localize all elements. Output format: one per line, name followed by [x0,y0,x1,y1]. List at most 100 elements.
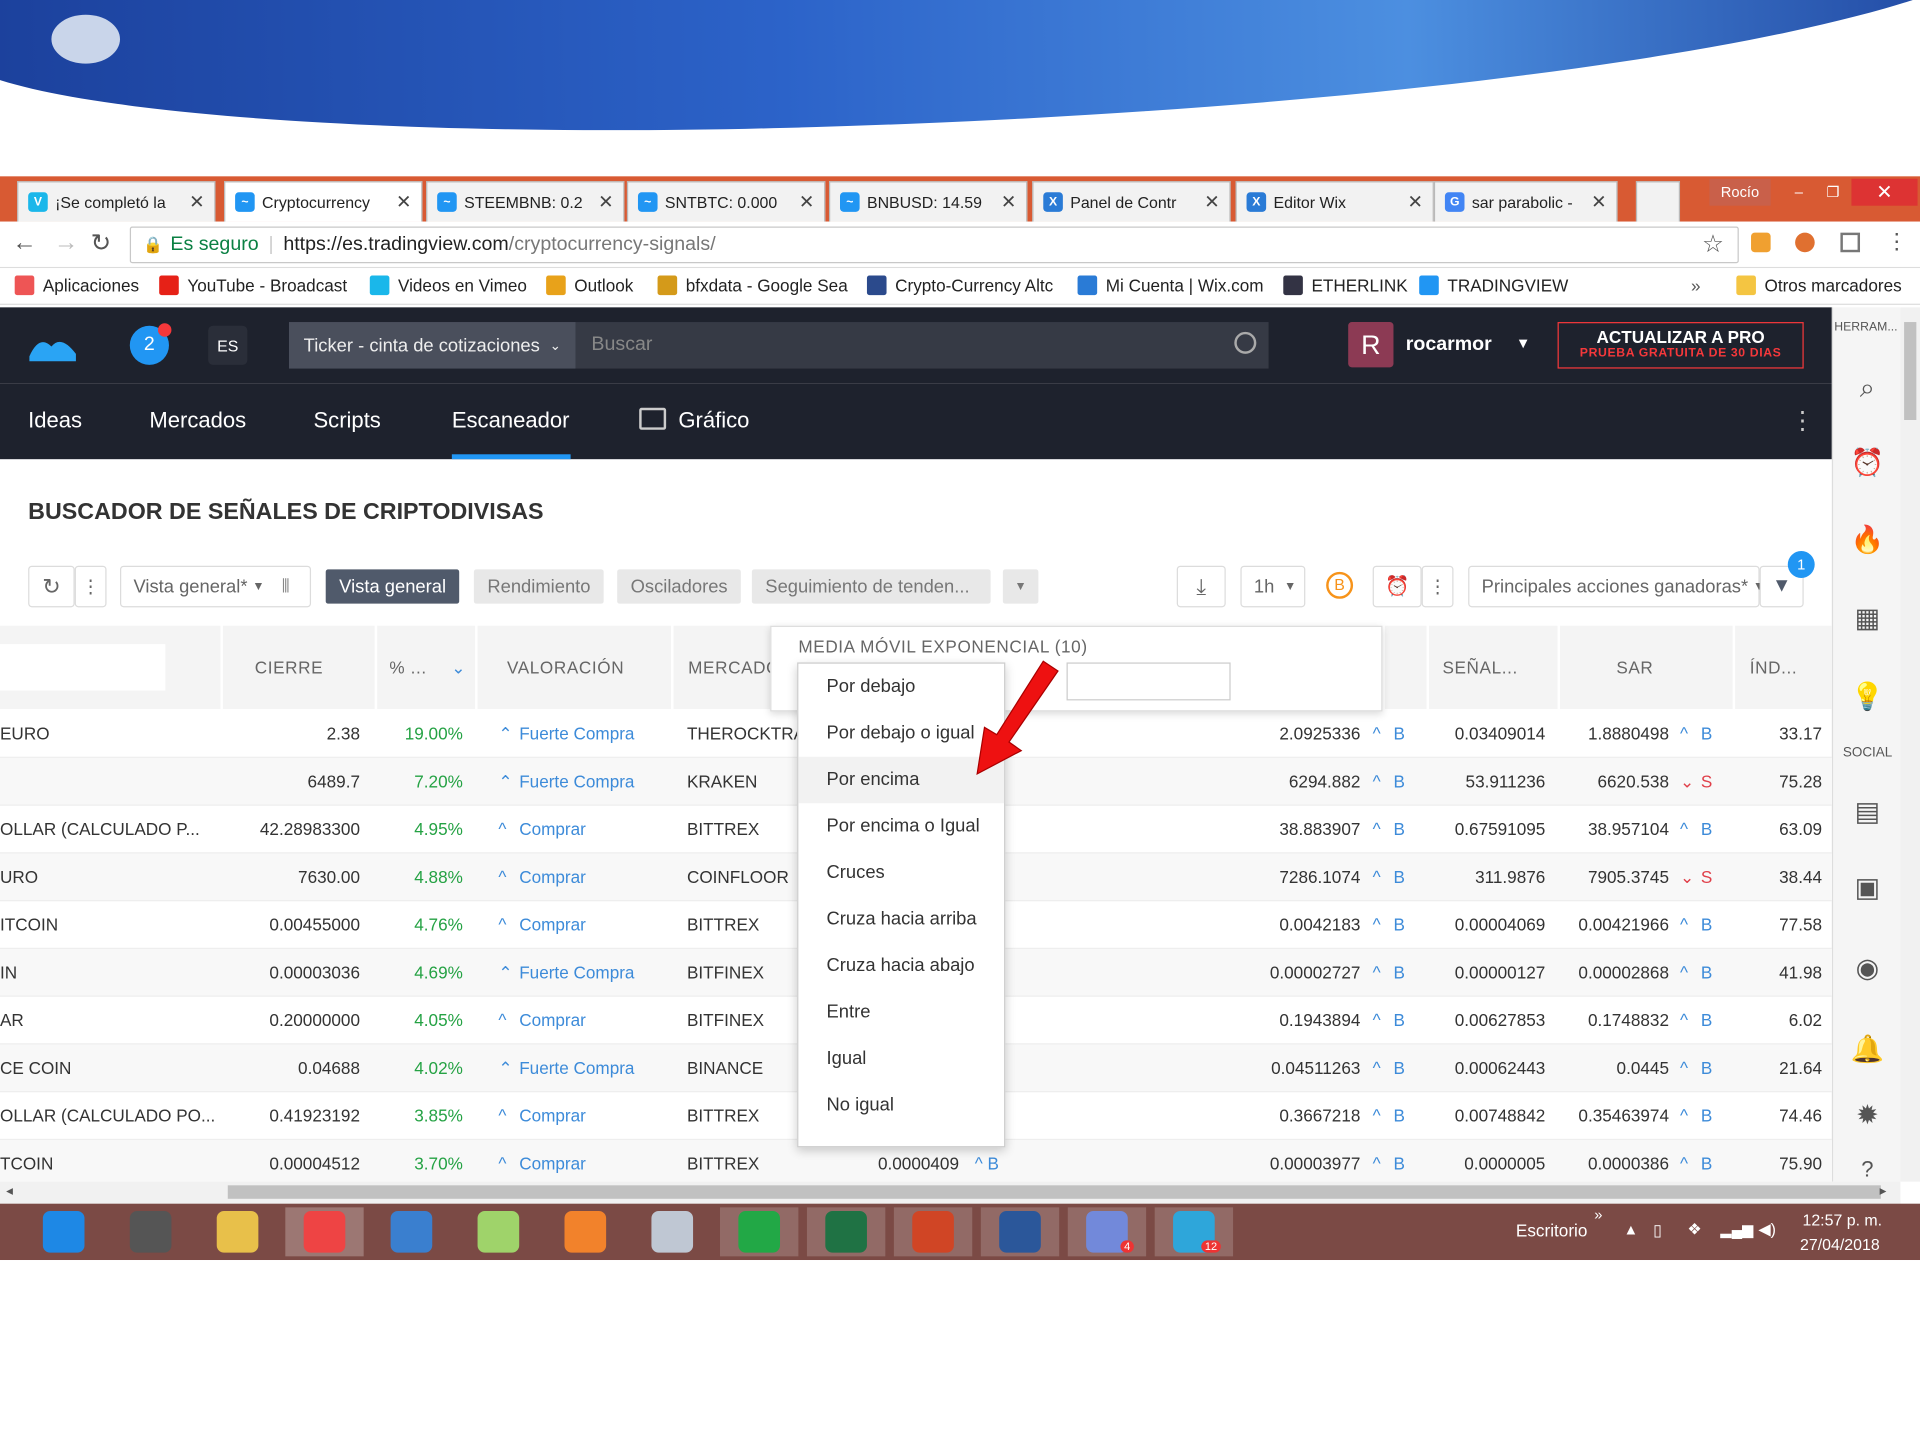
browser-tab[interactable]: X Editor Wix ✕ [1235,181,1434,222]
bookmark-item[interactable]: Crypto-Currency Altc [866,275,1053,296]
taskbar-app[interactable] [111,1207,189,1256]
dropbox-icon[interactable]: ❖ [1687,1220,1701,1240]
bookmark-item[interactable]: YouTube - Broadcast [159,275,347,296]
toolbar-overflow[interactable]: » [1594,1206,1602,1223]
new-tab-button[interactable] [1635,181,1681,222]
bitcoin-icon[interactable]: B [1326,571,1354,599]
browser-menu-icon[interactable]: ⋮ [1886,229,1908,255]
col-senal[interactable]: SEÑAL... [1428,625,1558,709]
desktop-toolbar-label[interactable]: Escritorio [1516,1221,1587,1241]
menu-item-4[interactable]: Cruces [798,850,1004,897]
calendar-icon[interactable]: ▦ [1850,601,1884,635]
download-icon[interactable]: ⤓ [1176,565,1226,608]
bookmark-item[interactable]: TRADINGVIEW [1419,275,1568,296]
columns-icon[interactable]: ⦀ [282,576,290,597]
alarm-icon[interactable]: ⏰ [1850,446,1885,480]
browser-tab[interactable]: ~ STEEMBNB: 0.2 ✕ [426,181,625,222]
back-icon[interactable]: ← [12,229,36,257]
tradingview-logo-icon[interactable] [27,329,78,363]
scroll-right-icon[interactable]: ▸ [1880,1183,1887,1199]
bookmark-item[interactable]: Aplicaciones [14,275,139,296]
menu-item-5[interactable]: Cruza hacia arriba [798,896,1004,943]
taskbar-app[interactable] [806,1207,886,1257]
tab-osciladores[interactable]: Osciladores [617,569,742,604]
language-button[interactable]: ES [208,325,248,365]
nav-grafico[interactable]: Gráfico [678,408,749,434]
scroll-left-icon[interactable]: ◂ [6,1183,13,1199]
bug-report-icon[interactable]: ✹ [1850,1098,1884,1132]
search-icon[interactable] [1234,331,1257,354]
browser-tab[interactable]: ~ Cryptocurrency ✕ [224,181,423,222]
tab-seguimiento[interactable]: Seguimiento de tenden... [751,569,991,604]
tab-rendimiento[interactable]: Rendimiento [473,569,604,604]
ideas-bulb-icon[interactable]: 💡 [1850,680,1885,714]
screener-icon[interactable]: ⌕ [1850,371,1884,405]
browser-tab[interactable]: X Panel de Contr ✕ [1032,181,1231,222]
taskbar-app[interactable]: 12 [1154,1207,1234,1257]
nav-ideas[interactable]: Ideas [28,408,82,434]
horizontal-scrollbar[interactable]: ◂ ▸ [0,1181,1901,1204]
qr-extension-icon[interactable] [1840,232,1861,253]
ticker-dropdown[interactable]: Ticker - cinta de cotizaciones ⌄ [288,322,576,369]
menu-item-3[interactable]: Por encima o Igual [798,803,1004,850]
other-bookmarks[interactable]: Otros marcadores [1736,275,1902,296]
taskbar-app[interactable] [372,1207,450,1256]
col-mercado[interactable]: MERCADO [673,625,779,709]
close-tab-icon[interactable]: ✕ [1204,191,1219,213]
taskbar-app[interactable] [459,1207,537,1256]
preset-select[interactable]: Principales acciones ganadoras*▼ [1468,565,1765,608]
avatar[interactable]: R [1348,322,1394,368]
streams-icon[interactable]: ◉ [1850,951,1884,985]
col-indice[interactable]: ÍND... [1735,625,1832,709]
bookmarks-overflow-button[interactable]: » [1691,276,1701,296]
vertical-scrollbar[interactable] [1900,307,1920,1182]
clock-time[interactable]: 12:57 p. m. [1802,1211,1882,1229]
taskbar-app[interactable]: 4 [1067,1207,1147,1257]
alert-more-icon[interactable]: ⋮ [1421,565,1454,608]
close-tab-icon[interactable]: ✕ [1407,191,1422,213]
bookmark-item[interactable]: Videos en Vimeo [369,275,527,296]
reload-icon[interactable]: ↻ [91,228,112,259]
taskbar-app[interactable] [546,1207,624,1256]
close-tab-icon[interactable]: ✕ [189,191,204,213]
browser-tab[interactable]: V ¡Se completó la ✕ [17,181,216,222]
taskbar-app[interactable] [720,1207,799,1257]
more-options-button[interactable]: ⋮ [74,565,107,608]
col-cambio[interactable]: % ... ⌄ [377,625,476,709]
h-scroll-thumb[interactable] [227,1185,1881,1199]
tab-vista-general[interactable]: Vista general [325,569,460,604]
upgrade-button[interactable]: ACTUALIZAR A PRO PRUEBA GRATUITA DE 30 D… [1557,322,1804,369]
restore-button[interactable]: ❐ [1817,179,1849,206]
hotlist-icon[interactable]: 🔥 [1850,523,1885,557]
close-tab-icon[interactable]: ✕ [799,191,814,213]
network-icon[interactable]: ▂▄▆ [1720,1221,1753,1238]
taskbar-app[interactable] [980,1207,1060,1257]
interval-select[interactable]: 1h ▼ [1240,565,1306,608]
close-tab-icon[interactable]: ✕ [1001,191,1016,213]
bookmark-item[interactable]: bfxdata - Google Sea [657,275,848,296]
private-chat-icon[interactable]: ▣ [1850,871,1884,905]
power-icon[interactable]: ▯ [1653,1221,1662,1241]
view-select[interactable]: Vista general* ▼ ⦀ [120,565,312,608]
menu-item-8[interactable]: Igual [798,1036,1004,1083]
browser-tab[interactable]: ~ BNBUSD: 14.59 ✕ [828,181,1028,222]
close-tab-icon[interactable]: ✕ [396,191,411,213]
more-menu-icon[interactable]: ⋮ [1790,405,1814,436]
browser-tab[interactable]: ~ SNTBTC: 0.000 ✕ [626,181,826,222]
name-filter-input[interactable] [0,644,166,691]
minimize-button[interactable]: – [1783,179,1815,206]
forward-icon[interactable]: → [54,229,78,257]
scroll-thumb[interactable] [1904,322,1917,421]
menu-item-9[interactable]: No igual [798,1082,1004,1129]
bookmark-star-icon[interactable]: ☆ [1702,229,1724,260]
bookmark-item[interactable]: Outlook [546,275,633,296]
chat-icon[interactable]: ▤ [1850,795,1884,829]
extension-icon[interactable] [1751,232,1771,253]
taskbar-app[interactable] [633,1207,711,1256]
bookmark-item[interactable]: Mi Cuenta | Wix.com [1077,275,1264,296]
taskbar-app[interactable] [24,1207,102,1256]
fox-extension-icon[interactable] [1795,232,1815,253]
taskbar-app[interactable] [198,1207,276,1256]
clock-date[interactable]: 27/04/2018 [1800,1236,1880,1254]
volume-icon[interactable]: ◀) [1758,1220,1776,1240]
